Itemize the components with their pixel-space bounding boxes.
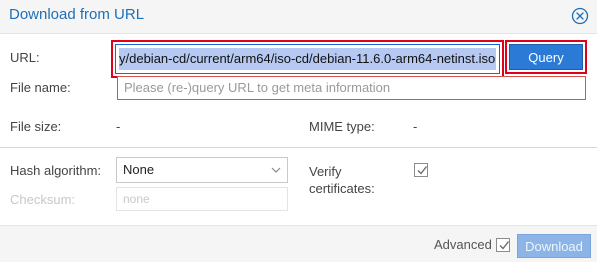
- mimetype-value: -: [413, 119, 418, 134]
- url-input-value: y/debian-cd/current/arm64/iso-cd/debian-…: [119, 51, 496, 66]
- mimetype-label: MIME type:: [309, 119, 375, 134]
- download-button[interactable]: Download: [517, 234, 591, 258]
- checksum-placeholder: none: [123, 192, 150, 206]
- download-from-url-dialog: Download from URL URL: y/debian-cd/curre…: [0, 0, 597, 262]
- dialog-footer: Advanced Download: [0, 225, 597, 262]
- url-label: URL:: [10, 50, 40, 65]
- chevron-down-icon: [271, 167, 281, 173]
- advanced-label: Advanced: [434, 237, 492, 252]
- hash-algorithm-select[interactable]: None: [116, 157, 288, 183]
- checksum-label: Checksum:: [10, 192, 76, 207]
- query-url-button[interactable]: Query URL: [509, 44, 583, 89]
- section-divider: [0, 147, 597, 148]
- hash-algorithm-value: None: [123, 162, 155, 177]
- dialog-titlebar: Download from URL: [0, 0, 597, 34]
- checkmark-icon: [499, 241, 510, 250]
- close-button[interactable]: [571, 7, 589, 25]
- close-icon: [571, 7, 589, 25]
- filename-input[interactable]: Please (re-)query URL to get meta inform…: [117, 76, 586, 100]
- url-input[interactable]: y/debian-cd/current/arm64/iso-cd/debian-…: [115, 44, 500, 74]
- verify-certificates-checkbox[interactable]: [414, 163, 428, 177]
- filename-label: File name:: [10, 80, 71, 95]
- hash-algorithm-label: Hash algorithm:: [10, 163, 102, 178]
- filename-placeholder: Please (re-)query URL to get meta inform…: [124, 80, 391, 95]
- advanced-checkbox[interactable]: [496, 238, 510, 252]
- filesize-value: -: [116, 119, 121, 134]
- filesize-label: File size:: [10, 119, 62, 134]
- verify-certificates-label: Verify certificates:: [309, 164, 375, 196]
- checkmark-icon: [417, 166, 428, 175]
- checksum-input: none: [116, 187, 288, 211]
- dialog-title: Download from URL: [9, 6, 145, 23]
